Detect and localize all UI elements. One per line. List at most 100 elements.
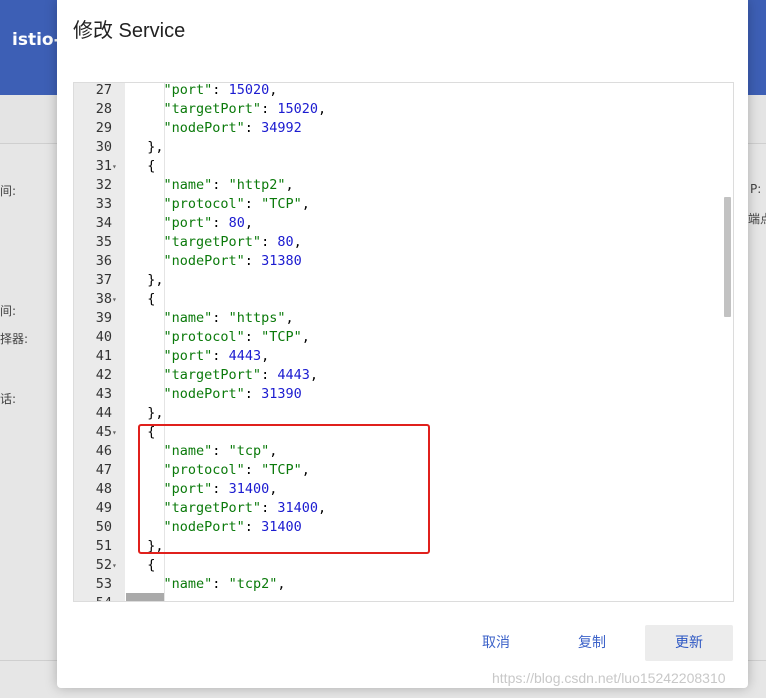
code-token: : <box>212 348 229 364</box>
code-token: , <box>285 310 294 326</box>
line-number: 47 <box>95 462 112 478</box>
code-token: , <box>301 196 310 212</box>
line-number: 37 <box>95 272 112 288</box>
dialog-title: 修改 Service <box>73 20 186 42</box>
horizontal-scrollbar[interactable] <box>126 593 164 601</box>
cancel-button[interactable]: 取消 <box>466 625 526 661</box>
code-text: "nodePort": 34992 <box>131 119 302 138</box>
code-line: 44 }, <box>74 404 714 423</box>
line-number: 53 <box>95 576 112 592</box>
code-text: { <box>131 157 155 176</box>
code-token: : <box>244 329 262 345</box>
line-number: 38 <box>95 291 112 307</box>
code-token: : <box>244 253 262 269</box>
code-line: 40 "protocol": "TCP", <box>74 328 714 347</box>
edit-service-dialog: 修改 Service 27 "port": 15020, 28 "targetPo… <box>57 0 748 688</box>
fold-toggle-icon[interactable]: ▾ <box>112 423 125 442</box>
fold-toggle-icon[interactable]: ▾ <box>112 157 125 176</box>
field-label: 话: <box>0 392 17 406</box>
code-line: 53 "name": "tcp2", <box>74 575 714 594</box>
line-number: 36 <box>95 253 112 269</box>
code-text: "targetPort": 15020, <box>131 100 327 119</box>
line-number: 44 <box>95 405 112 421</box>
code-text: { <box>131 556 155 575</box>
code-token: "http2" <box>228 177 286 193</box>
line-number: 33 <box>95 196 112 212</box>
code-token: : <box>244 120 262 136</box>
code-line: 30 }, <box>74 138 714 157</box>
code-token: "protocol" <box>163 196 245 212</box>
highlight-annotation <box>138 424 430 554</box>
code-line: 52▾ { <box>74 556 714 575</box>
line-number: 30 <box>95 139 112 155</box>
code-line: 36 "nodePort": 31380 <box>74 252 714 271</box>
code-token: , <box>277 576 286 592</box>
field-label: 择器: <box>0 332 29 346</box>
code-token: "targetPort" <box>163 367 262 383</box>
code-text: { <box>131 290 155 309</box>
code-token: "port" <box>163 215 213 231</box>
update-button[interactable]: 更新 <box>645 625 733 661</box>
code-token: : <box>261 234 278 250</box>
code-token: "nodePort" <box>163 253 245 269</box>
code-token: }, <box>147 139 164 155</box>
line-number: 31 <box>95 158 112 174</box>
code-token: }, <box>147 272 164 288</box>
code-token: { <box>147 291 156 307</box>
code-line: 41 "port": 4443, <box>74 347 714 366</box>
code-text: "protocol": "TCP", <box>131 195 310 214</box>
code-token: { <box>147 158 156 174</box>
code-token: "nodePort" <box>163 386 245 402</box>
line-number: 42 <box>95 367 112 383</box>
code-token: , <box>244 215 253 231</box>
code-token: 80 <box>228 215 245 231</box>
line-number: 35 <box>95 234 112 250</box>
code-token: , <box>317 101 327 117</box>
code-text: }, <box>131 404 163 423</box>
code-token: 4443 <box>277 367 310 383</box>
vertical-scrollbar-thumb[interactable] <box>724 197 731 317</box>
code-token: 15020 <box>228 82 270 98</box>
code-token: 15020 <box>277 101 318 117</box>
fold-toggle-icon[interactable]: ▾ <box>112 290 125 309</box>
code-line: 34 "port": 80, <box>74 214 714 233</box>
watermark: https://blog.csdn.net/luo15242208310 <box>492 670 726 686</box>
code-token: : <box>261 367 278 383</box>
code-token: : <box>212 177 229 193</box>
fold-toggle-icon[interactable]: ▾ <box>112 556 125 575</box>
field-label: P: <box>750 182 762 196</box>
code-text: }, <box>131 271 164 290</box>
code-token: : <box>244 196 262 212</box>
code-token: "https" <box>228 310 286 326</box>
code-token: "nodePort" <box>163 120 245 136</box>
copy-button[interactable]: 复制 <box>562 625 622 661</box>
line-number: 50 <box>95 519 112 535</box>
code-line: 31▾ { <box>74 157 714 176</box>
code-token: , <box>269 82 278 98</box>
code-token: "name" <box>163 177 213 193</box>
code-text: "name": "http2", <box>131 176 294 195</box>
code-token: "TCP" <box>261 329 302 345</box>
code-token: : <box>212 215 229 231</box>
code-token: { <box>147 557 156 573</box>
code-line: 37 }, <box>74 271 714 290</box>
code-line: 28 "targetPort": 15020, <box>74 100 714 119</box>
code-token: : <box>212 82 229 98</box>
code-line: 42 "targetPort": 4443, <box>74 366 714 385</box>
code-token: 4443 <box>228 348 262 364</box>
code-token: "protocol" <box>163 329 245 345</box>
field-label: 间: <box>0 184 17 198</box>
code-token: , <box>285 177 294 193</box>
code-token: 31380 <box>261 253 302 269</box>
code-text: "port": 4443, <box>131 347 270 366</box>
line-number: 41 <box>95 348 112 364</box>
code-line: 35 "targetPort": 80, <box>74 233 714 252</box>
line-number: 32 <box>95 177 112 193</box>
code-token: , <box>261 348 270 364</box>
code-line: 39 "name": "https", <box>74 309 714 328</box>
code-text: "targetPort": 80, <box>131 233 302 252</box>
code-token: "tcp2" <box>228 576 278 592</box>
code-line: 27 "port": 15020, <box>74 82 714 100</box>
code-token: 80 <box>277 234 294 250</box>
code-text: }, <box>131 138 164 157</box>
